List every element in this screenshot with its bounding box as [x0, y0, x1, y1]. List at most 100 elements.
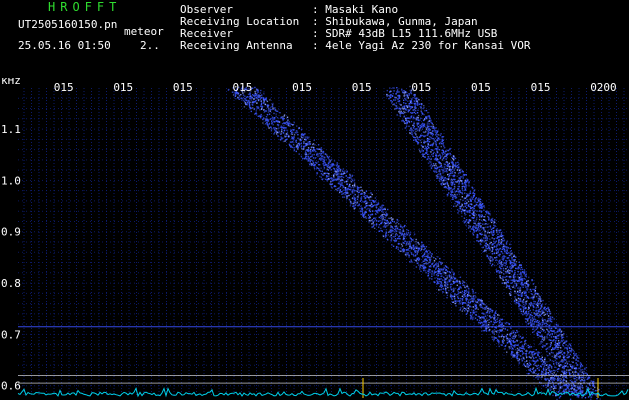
- echo-speck: [504, 345, 507, 347]
- echo-speck: [522, 356, 524, 358]
- echo-speck: [401, 106, 404, 108]
- echo-speck: [307, 156, 310, 158]
- echo-speck: [567, 366, 569, 368]
- echo-speck: [484, 322, 486, 324]
- echo-speck: [249, 108, 252, 110]
- echo-speck: [463, 217, 466, 219]
- echo-speck: [413, 233, 416, 235]
- echo-speck: [574, 384, 576, 387]
- echo-speck: [531, 315, 533, 317]
- echo-speck: [560, 335, 562, 337]
- echo-speck: [353, 203, 356, 205]
- echo-speck: [560, 378, 562, 380]
- echo-speck: [520, 274, 522, 276]
- echo-speck: [475, 301, 477, 304]
- echo-speck: [393, 90, 395, 92]
- echo-speck: [463, 281, 466, 284]
- echo-speck: [353, 208, 355, 210]
- echo-speck: [399, 230, 401, 233]
- echo-speck: [446, 275, 449, 277]
- echo-speck: [459, 191, 461, 194]
- echo-speck: [360, 205, 362, 207]
- echo-speck: [588, 388, 591, 390]
- echo-speck: [568, 346, 571, 349]
- echo-speck: [380, 227, 382, 230]
- echo-speck: [535, 349, 537, 351]
- echo-speck: [473, 205, 475, 207]
- echo-speck: [353, 195, 355, 197]
- echo-speck: [483, 330, 485, 332]
- echo-speck: [293, 121, 295, 124]
- echo-speck: [503, 336, 505, 338]
- echo-speck: [474, 295, 476, 297]
- echo-speck: [266, 100, 269, 103]
- echo-speck: [345, 192, 347, 195]
- echo-speck: [400, 250, 402, 252]
- echo-speck: [390, 225, 392, 227]
- echo-speck: [518, 358, 521, 360]
- echo-speck: [262, 97, 265, 99]
- echo-speck: [412, 130, 415, 132]
- echo-speck: [243, 106, 246, 108]
- echo-speck: [337, 168, 339, 171]
- echo-speck: [312, 157, 315, 159]
- echo-speck: [519, 350, 521, 352]
- echo-speck: [575, 358, 577, 360]
- echo-speck: [441, 176, 443, 178]
- echo-speck: [582, 368, 584, 371]
- echo-speck: [440, 261, 442, 263]
- echo-speck: [542, 363, 544, 365]
- echo-speck: [506, 339, 508, 342]
- echo-speck: [475, 307, 478, 309]
- echo-speck: [436, 271, 438, 273]
- echo-speck: [428, 158, 430, 160]
- echo-speck: [292, 128, 294, 131]
- echo-speck: [464, 286, 466, 288]
- echo-speck: [287, 133, 289, 136]
- echo-speck: [232, 94, 235, 96]
- echo-speck: [550, 344, 552, 346]
- echo-speck: [482, 205, 484, 208]
- echo-speck: [563, 384, 565, 387]
- echo-speck: [534, 329, 536, 331]
- echo-speck: [509, 294, 512, 296]
- echo-speck: [518, 280, 521, 282]
- echo-speck: [554, 366, 556, 368]
- echo-speck: [499, 253, 501, 255]
- echo-speck: [368, 221, 370, 223]
- echo-speck: [514, 287, 516, 289]
- echo-speck: [500, 233, 503, 236]
- echo-speck: [542, 299, 544, 302]
- echo-speck: [498, 255, 501, 257]
- echo-speck: [525, 286, 527, 288]
- echo-speck: [339, 168, 342, 171]
- echo-speck: [379, 220, 381, 222]
- echo-speck: [312, 164, 315, 167]
- echo-speck: [565, 344, 567, 346]
- echo-speck: [511, 271, 513, 273]
- echo-speck: [350, 203, 352, 205]
- echo-speck: [254, 93, 256, 96]
- echo-speck: [517, 287, 519, 289]
- echo-speck: [250, 99, 252, 101]
- echo-speck: [415, 241, 417, 243]
- echo-speck: [405, 233, 407, 236]
- echo-speck: [503, 256, 505, 258]
- echo-speck: [491, 264, 493, 267]
- echo-speck: [378, 230, 380, 232]
- echo-speck: [249, 107, 252, 109]
- echo-speck: [459, 299, 461, 302]
- echo-speck: [340, 172, 343, 175]
- echo-speck: [312, 143, 315, 145]
- echo-speck: [566, 335, 568, 338]
- echo-speck: [551, 366, 553, 368]
- echo-speck: [300, 128, 303, 131]
- echo-speck: [524, 353, 527, 355]
- echo-speck: [557, 361, 559, 364]
- echo-speck: [537, 354, 539, 357]
- echo-speck: [263, 111, 266, 113]
- echo-speck: [500, 324, 503, 326]
- echo-speck: [532, 354, 534, 356]
- echo-speck: [552, 384, 555, 386]
- echo-speck: [549, 345, 551, 348]
